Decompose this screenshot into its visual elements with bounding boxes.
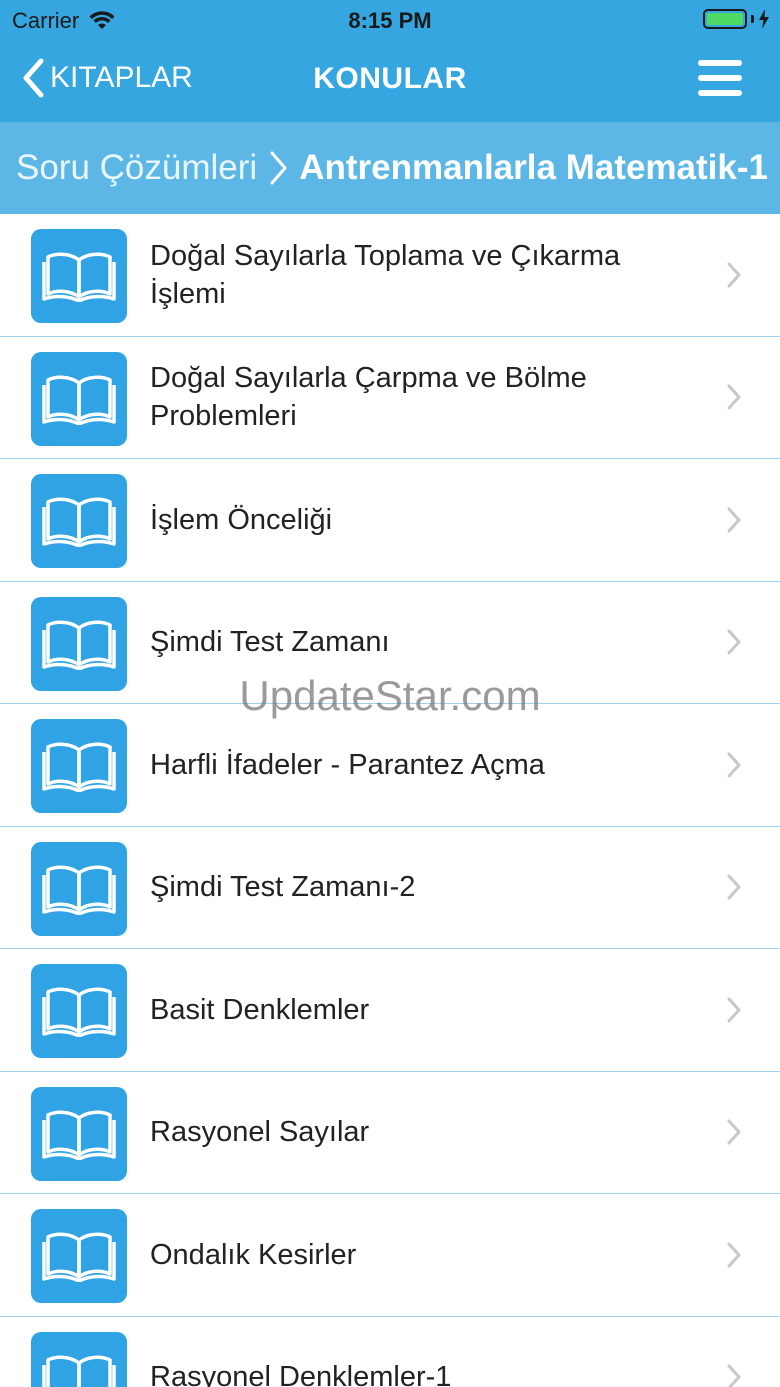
charging-bolt-icon xyxy=(759,9,769,29)
topic-label: Doğal Sayılarla Çarpma ve Bölme Probleml… xyxy=(150,362,587,433)
topic-row[interactable]: Şimdi Test Zamanı xyxy=(0,581,780,704)
chevron-right-icon xyxy=(726,384,742,415)
chevron-right-icon xyxy=(726,1119,742,1150)
breadcrumb: Soru Çözümleri Antrenmanlarla Matematik-… xyxy=(0,122,780,214)
topic-label: Basit Denklemler xyxy=(150,993,370,1026)
open-book-icon xyxy=(31,351,127,446)
chevron-right-icon xyxy=(726,629,742,660)
chevron-right-icon xyxy=(726,262,742,293)
topic-label: Doğal Sayılarla Toplama ve Çıkarma İşlem… xyxy=(150,239,621,310)
open-book-icon xyxy=(31,719,127,813)
open-book-icon xyxy=(31,1086,127,1181)
topic-list: Doğal Sayılarla Toplama ve Çıkarma İşlem… xyxy=(0,214,780,1387)
topic-label: Ondalık Kesirler xyxy=(150,1238,357,1271)
topic-label: Rasyonel Sayılar xyxy=(150,1116,370,1149)
topic-row[interactable]: Doğal Sayılarla Toplama ve Çıkarma İşlem… xyxy=(0,214,780,337)
breadcrumb-root[interactable]: Soru Çözümleri xyxy=(16,148,257,188)
topic-label: İşlem Önceliği xyxy=(150,503,333,536)
topic-label: Şimdi Test Zamanı xyxy=(150,626,390,659)
topic-row[interactable]: Rasyonel Sayılar xyxy=(0,1071,780,1194)
topic-row[interactable]: Basit Denklemler xyxy=(0,949,780,1072)
battery-icon xyxy=(703,9,747,29)
chevron-right-icon xyxy=(726,752,742,783)
topic-label: Rasyonel Denklemler-1 xyxy=(150,1361,452,1387)
breadcrumb-current: Antrenmanlarla Matematik-1 xyxy=(299,148,768,187)
open-book-icon xyxy=(31,841,127,936)
chevron-right-icon xyxy=(726,997,742,1028)
topic-label: Harfli İfadeler - Parantez Açma xyxy=(150,748,545,781)
topic-row[interactable]: Harfli İfadeler - Parantez Açma xyxy=(0,704,780,827)
page-title: KONULAR xyxy=(313,62,467,95)
status-bar: Carrier 8:15 PM xyxy=(0,0,780,40)
topic-row[interactable]: Rasyonel Denklemler-1 xyxy=(0,1316,780,1387)
battery-indicator xyxy=(703,9,770,29)
open-book-icon xyxy=(31,229,127,323)
open-book-icon xyxy=(31,1331,127,1387)
open-book-icon xyxy=(31,596,127,691)
open-book-icon xyxy=(31,964,127,1058)
navigation-bar: KITAPLAR KONULAR xyxy=(0,40,780,122)
chevron-right-icon xyxy=(726,874,742,905)
breadcrumb-chevron-icon xyxy=(269,150,289,186)
open-book-icon xyxy=(31,1209,127,1303)
open-book-icon xyxy=(31,474,127,568)
status-time: 8:15 PM xyxy=(348,8,432,33)
topic-row[interactable]: Ondalık Kesirler xyxy=(0,1194,780,1317)
chevron-right-icon xyxy=(726,507,742,538)
topic-row[interactable]: Şimdi Test Zamanı-2 xyxy=(0,826,780,949)
topic-row[interactable]: Doğal Sayılarla Çarpma ve Bölme Probleml… xyxy=(0,336,780,459)
chevron-right-icon xyxy=(726,1242,742,1273)
topic-label: Şimdi Test Zamanı-2 xyxy=(150,871,416,904)
hamburger-menu-icon[interactable] xyxy=(698,60,742,100)
chevron-right-icon xyxy=(726,1364,742,1387)
topic-row[interactable]: İşlem Önceliği xyxy=(0,459,780,582)
